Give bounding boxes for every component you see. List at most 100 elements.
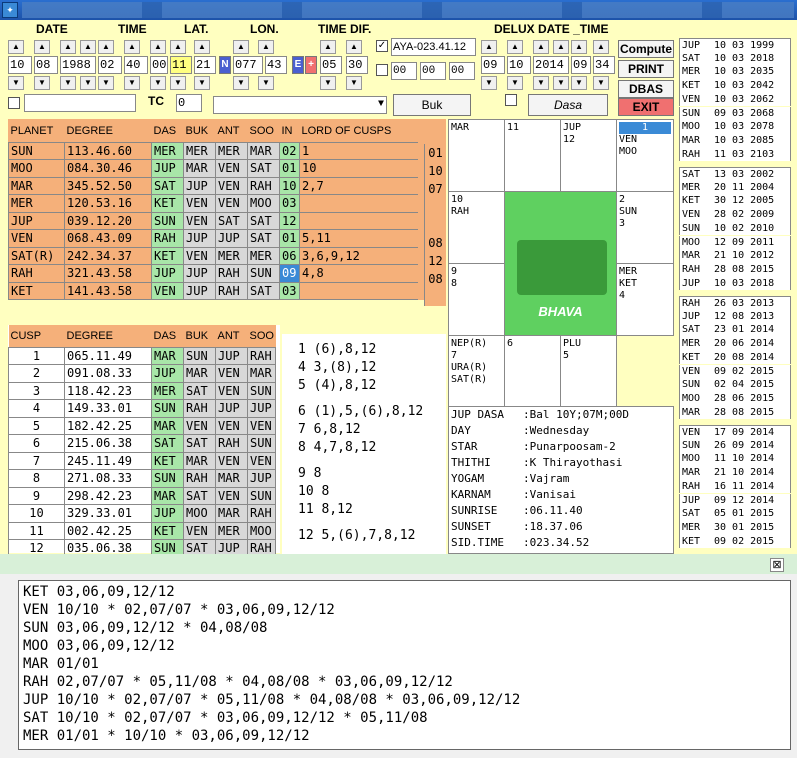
spin-up-button[interactable]: ▲ [481, 40, 497, 54]
dbas-button[interactable]: DBAS [618, 80, 674, 98]
spin-down-button[interactable]: ▼ [258, 76, 274, 90]
delux-year-field[interactable]: 2014 [533, 56, 569, 74]
chart-house-label: 2 [619, 194, 626, 205]
spin-up-button[interactable]: ▲ [571, 40, 587, 54]
spin-up-button[interactable]: ▲ [233, 40, 249, 54]
custom-aya-checkbox[interactable] [376, 64, 388, 76]
exit-button[interactable]: EXIT [618, 98, 674, 116]
chart-house-label: KET [619, 278, 638, 289]
spin-up-button[interactable]: ▲ [98, 40, 114, 54]
lat-deg-field[interactable]: 11 [170, 56, 192, 74]
spin-up-button[interactable]: ▲ [80, 40, 96, 54]
place-select[interactable]: ▼ [213, 96, 387, 114]
spin-down-button[interactable]: ▼ [346, 76, 362, 90]
dasa-date: 10 03 2062 [714, 93, 775, 105]
lon-deg-field[interactable]: 077 [233, 56, 263, 74]
cusp-cell: MOO [246, 521, 277, 540]
name-field[interactable] [24, 94, 136, 112]
delux-month-field[interactable]: 10 [507, 56, 531, 74]
spin-down-button[interactable]: ▼ [124, 76, 140, 90]
delux-min-field[interactable]: 34 [593, 56, 615, 74]
tz-min-field[interactable]: 30 [346, 56, 368, 74]
tz-sign-button[interactable]: + [305, 56, 317, 74]
spin-up-button[interactable]: ▲ [258, 40, 274, 54]
spin-up-button[interactable]: ▲ [346, 40, 362, 54]
spin-up-button[interactable]: ▲ [170, 40, 186, 54]
info-row: STAR:Punarpoosam-2 [451, 439, 671, 455]
spin-up-button[interactable]: ▲ [8, 40, 24, 54]
lon-dir-button[interactable]: E [292, 56, 304, 74]
option-checkbox[interactable] [8, 97, 20, 109]
minute-field[interactable]: 40 [124, 56, 148, 74]
lon-min-field[interactable]: 43 [265, 56, 287, 74]
month-field[interactable]: 08 [34, 56, 58, 74]
spin-up-button[interactable]: ▲ [34, 40, 50, 54]
spin-up-button[interactable]: ▲ [60, 40, 76, 54]
ayanamsa-field[interactable]: AYA-023.41.12 [391, 38, 476, 56]
spin-up-button[interactable]: ▲ [553, 40, 569, 54]
year-field[interactable]: 1988 [60, 56, 96, 74]
dasa-planet: KET [682, 80, 701, 92]
spin-up-button[interactable]: ▲ [194, 40, 210, 54]
cusp-cell: RAH [246, 346, 277, 365]
dasa-date: 16 11 2014 [714, 480, 775, 492]
spin-up-button[interactable]: ▲ [507, 40, 523, 54]
dasa-checkbox[interactable] [505, 94, 517, 106]
cusp-cell: KET [151, 451, 184, 470]
hour-field[interactable]: 02 [98, 56, 122, 74]
dasa-list-item: SAT 10 03 2018 [679, 51, 791, 66]
planet-cell: VEN [8, 229, 65, 248]
spin-down-button[interactable]: ▼ [507, 76, 523, 90]
spin-up-button[interactable]: ▲ [533, 40, 549, 54]
spin-up-button[interactable]: ▲ [593, 40, 609, 54]
spin-down-button[interactable]: ▼ [194, 76, 210, 90]
delux-day-field[interactable]: 09 [481, 56, 505, 74]
chart-house-label: MAR [451, 122, 470, 133]
planet-cell: 12 [279, 211, 300, 230]
spin-down-button[interactable]: ▼ [34, 76, 50, 90]
dasa-date: 09 03 2068 [714, 107, 775, 119]
spin-down-button[interactable]: ▼ [170, 76, 186, 90]
spin-down-button[interactable]: ▼ [150, 76, 166, 90]
spin-down-button[interactable]: ▼ [571, 76, 587, 90]
compute-button[interactable]: Compute [618, 40, 674, 58]
spin-down-button[interactable]: ▼ [553, 76, 569, 90]
aya2-min-field[interactable]: 00 [420, 62, 446, 80]
close-icon[interactable]: ⊠ [770, 558, 784, 572]
print-button[interactable]: PRINT [618, 60, 674, 78]
spin-up-button[interactable]: ▲ [150, 40, 166, 54]
lat-dir-button[interactable]: N [219, 56, 231, 74]
spin-down-button[interactable]: ▼ [80, 76, 96, 90]
chart-house: JUP 12 [560, 119, 617, 192]
chart-center-title: BHAVA [538, 304, 583, 319]
planet-cell: RAH [8, 264, 65, 283]
spin-down-button[interactable]: ▼ [98, 76, 114, 90]
second-field[interactable]: 00 [150, 56, 168, 74]
spin-down-button[interactable]: ▼ [8, 76, 24, 90]
day-field[interactable]: 10 [8, 56, 32, 74]
delux-hour-field[interactable]: 09 [571, 56, 591, 74]
dasa-planet: RAH [682, 298, 701, 309]
planet-cell: 084.30.46 [64, 159, 152, 178]
dasa-planet: MAR [682, 467, 701, 479]
spin-down-button[interactable]: ▼ [481, 76, 497, 90]
lat-min-field[interactable]: 21 [194, 56, 216, 74]
dasa-button[interactable]: Dasa [528, 94, 608, 116]
spin-down-button[interactable]: ▼ [320, 76, 336, 90]
tc-field[interactable]: 0 [176, 94, 202, 112]
spin-up-button[interactable]: ▲ [124, 40, 140, 54]
dasa-planet: SUN [682, 379, 701, 391]
buk-button[interactable]: Buk [393, 94, 471, 116]
blurred-status [0, 554, 797, 574]
planet-cell: 02 [279, 141, 300, 160]
spin-down-button[interactable]: ▼ [533, 76, 549, 90]
cusp-cell: 2 [8, 364, 65, 383]
spin-up-button[interactable]: ▲ [320, 40, 336, 54]
spin-down-button[interactable]: ▼ [60, 76, 76, 90]
tz-hour-field[interactable]: 05 [320, 56, 342, 74]
spin-down-button[interactable]: ▼ [233, 76, 249, 90]
aya2-deg-field[interactable]: 00 [391, 62, 417, 80]
ayanamsa-checkbox[interactable]: ✓ [376, 40, 388, 52]
aya2-sec-field[interactable]: 00 [449, 62, 475, 80]
spin-down-button[interactable]: ▼ [593, 76, 609, 90]
